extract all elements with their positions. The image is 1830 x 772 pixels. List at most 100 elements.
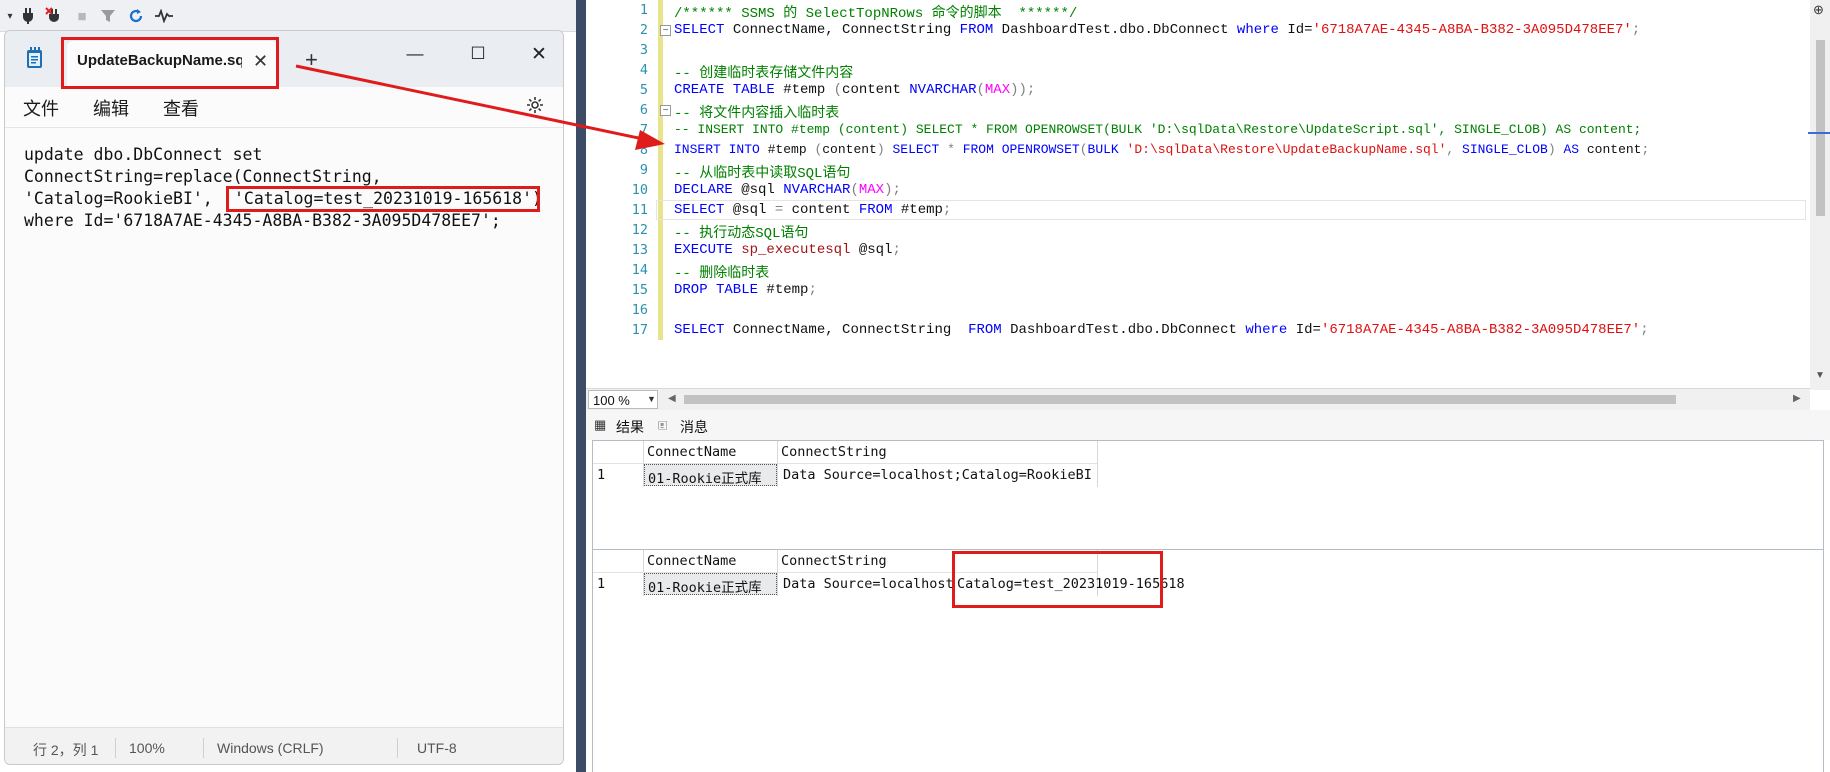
notepad-app-icon — [25, 47, 45, 69]
sql-token: FROM OPENROWSET — [962, 142, 1080, 157]
chevron-down-icon: ▼ — [647, 394, 656, 404]
sql-token: )); — [1010, 82, 1036, 98]
maximize-button[interactable]: ☐ — [458, 39, 498, 69]
dropdown-icon[interactable]: ▾ — [0, 6, 20, 26]
sql-token: sp_executesql — [732, 242, 851, 258]
sql-token: DROP TABLE — [674, 282, 759, 298]
refresh-icon[interactable] — [126, 6, 146, 26]
sql-token: ( — [1079, 142, 1088, 157]
sql-comment: -- 执行动态SQL语句 — [674, 226, 809, 242]
scroll-right-icon[interactable]: ▶ — [1793, 393, 1801, 404]
menu-edit[interactable]: 编辑 — [93, 95, 129, 121]
sql-token: ; — [942, 202, 952, 218]
line-number: 3 — [639, 42, 648, 58]
minimize-button[interactable]: — — [395, 39, 435, 69]
column-header[interactable]: ConnectString — [781, 553, 887, 569]
column-header[interactable]: ConnectName — [647, 553, 736, 569]
sql-token: NVARCHAR — [783, 182, 851, 198]
sql-token: @sql — [732, 182, 784, 198]
activity-icon[interactable] — [154, 6, 174, 26]
sql-token: , — [1446, 142, 1463, 157]
sql-comment: /****** SSMS 的 SelectTopNRows 命令的脚本 ****… — [674, 6, 1078, 22]
menu-view[interactable]: 查看 — [163, 95, 199, 121]
column-header[interactable]: ConnectString — [781, 444, 887, 460]
row-number: 1 — [597, 576, 606, 592]
selected-cell[interactable]: 01-Rookie正式库 — [644, 464, 777, 487]
status-separator — [397, 738, 398, 758]
line-number: 16 — [631, 302, 648, 318]
results-grid-2[interactable]: ConnectName ConnectString 1 01-Rookie正式库… — [592, 549, 1824, 772]
menu-file[interactable]: 文件 — [23, 95, 59, 121]
sql-token: AS — [1563, 142, 1580, 157]
scrollbar-thumb[interactable] — [1816, 40, 1825, 216]
column-separator — [777, 441, 778, 487]
sql-line-10: DECLARE @sql NVARCHAR(MAX); — [674, 182, 901, 198]
sql-token: content — [783, 202, 859, 218]
sql-token: FROM — [968, 322, 1002, 338]
connect-icon[interactable] — [18, 6, 38, 26]
sql-token: EXECUTE — [674, 242, 733, 258]
scroll-left-icon[interactable]: ◀ — [668, 393, 676, 404]
selected-cell[interactable]: 01-Rookie正式库 — [644, 573, 777, 596]
sql-token: '6718A7AE-4345-A8BA-B382-3A095D478EE7' — [1312, 22, 1632, 38]
disconnect-icon[interactable] — [44, 6, 64, 26]
messages-icon: 🗉 — [658, 418, 668, 433]
sql-line-17: SELECT ConnectName, ConnectString FROM D… — [674, 322, 1649, 338]
sql-token: BULK — [1087, 142, 1127, 157]
results-grid-1[interactable]: ConnectName ConnectString 1 01-Rookie正式库… — [592, 440, 1824, 552]
sql-query-editor[interactable]: 1 2 3 4 5 6 7 8 9 10 11 12 13 14 15 16 1… — [586, 0, 1830, 410]
scroll-down-icon[interactable]: ▼ — [1815, 370, 1825, 381]
filter-icon[interactable] — [98, 6, 118, 26]
stop-icon[interactable]: ■ — [72, 6, 92, 26]
sql-line-2: SELECT ConnectName, ConnectString FROM D… — [674, 22, 1640, 38]
horizontal-scrollbar-thumb[interactable] — [684, 395, 1676, 404]
row-number: 1 — [597, 467, 606, 483]
collapse-icon[interactable]: − — [660, 105, 671, 116]
sql-token: #temp — [892, 202, 943, 218]
sql-token: 'D:\sqlData\Restore\UpdateBackupName.sql… — [1126, 142, 1447, 157]
sql-token: where — [1245, 322, 1288, 338]
sql-token: SELECT — [674, 22, 725, 38]
status-position: 行 2，列 1 — [33, 742, 99, 758]
sql-line-9: -- 从临时表中读取SQL语句 — [674, 162, 850, 182]
sql-line-12: -- 执行动态SQL语句 — [674, 222, 808, 242]
line-number: 12 — [631, 222, 648, 238]
sql-token: DECLARE — [674, 182, 733, 198]
notepad-menubar: 文件 编辑 查看 — [5, 87, 563, 127]
line-number: 6 — [639, 102, 648, 118]
sql-token: * — [939, 142, 963, 157]
line-number: 5 — [639, 82, 648, 98]
sql-token: = — [774, 202, 784, 218]
collapse-icon[interactable]: − — [660, 25, 671, 36]
sql-comment: -- 创建临时表存储文件内容 — [674, 66, 854, 82]
close-button[interactable]: ✕ — [519, 39, 559, 69]
status-line-ending: Windows (CRLF) — [217, 740, 324, 756]
new-tab-button[interactable]: + — [305, 47, 318, 73]
sql-line-5: CREATE TABLE #temp (content NVARCHAR(MAX… — [674, 82, 1035, 98]
column-header[interactable]: ConnectName — [647, 444, 736, 460]
split-icon[interactable]: ⊕ — [1813, 2, 1824, 18]
line-number: 13 — [631, 242, 648, 258]
column-separator — [777, 550, 778, 596]
sql-token: DashboardTest.dbo.DbConnect — [1001, 322, 1246, 338]
sql-token: #temp — [758, 282, 809, 298]
sql-token: Id= — [1278, 22, 1313, 38]
sql-token: @sql — [850, 242, 893, 258]
sql-token: DashboardTest.dbo.DbConnect — [993, 22, 1237, 38]
sql-token: ( — [976, 82, 985, 98]
sql-token: FROM — [959, 22, 994, 38]
status-zoom: 100% — [129, 740, 165, 756]
cell-connect-string[interactable]: Data Source=localhost;Catalog=RookieBI — [783, 467, 1092, 483]
notepad-text-area[interactable]: update dbo.DbConnect set ConnectString=r… — [5, 127, 563, 727]
sql-token: SINGLE_CLOB — [1462, 142, 1548, 157]
window-divider — [576, 0, 586, 772]
vertical-scrollbar[interactable]: ⊕ ▼ — [1810, 0, 1830, 390]
sql-line-8: INSERT INTO #temp (content) SELECT * FRO… — [674, 142, 1649, 157]
settings-gear-icon[interactable] — [525, 95, 545, 120]
sql-line-15: DROP TABLE #temp; — [674, 282, 817, 298]
line-number-gutter: 1 2 3 4 5 6 7 8 9 10 11 12 13 14 15 16 1… — [586, 0, 648, 390]
notepad-line-3: 'Catalog=RookieBI', — [24, 189, 213, 208]
zoom-select[interactable]: 100 % ▼ — [588, 390, 658, 409]
sql-token: ) — [1547, 142, 1564, 157]
cell-connect-string-source[interactable]: Data Source=localhost — [783, 576, 954, 592]
